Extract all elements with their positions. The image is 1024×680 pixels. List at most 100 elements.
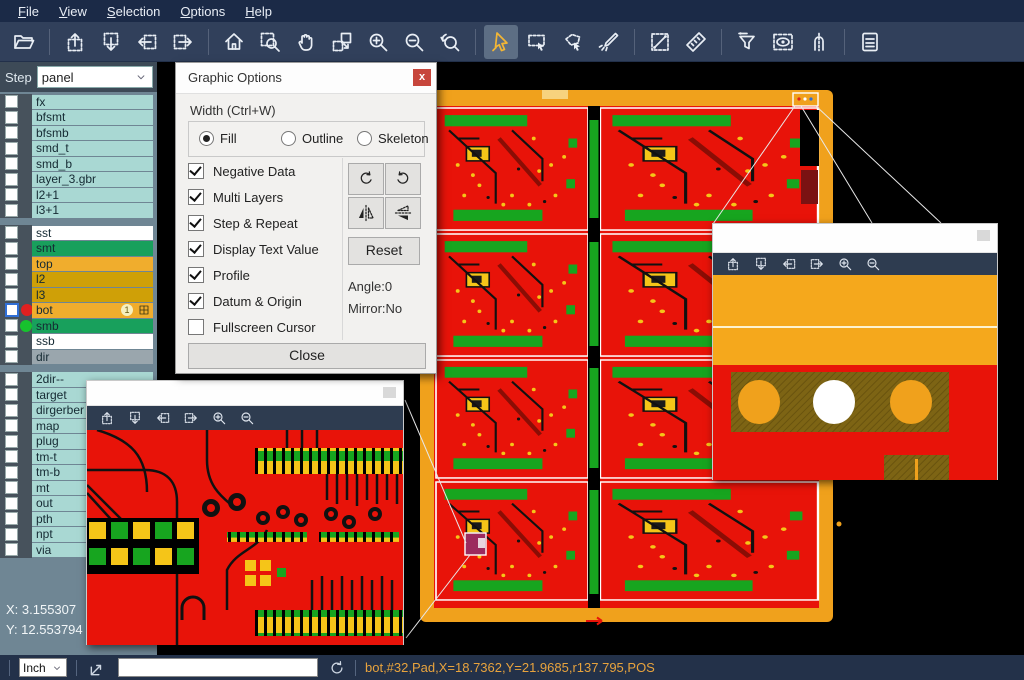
pointer-button[interactable]: [484, 25, 518, 59]
zoom-window-content[interactable]: [87, 430, 403, 645]
layer-label[interactable]: bfsmt: [32, 110, 153, 125]
layer-row-bfsmb[interactable]: bfsmb: [0, 125, 157, 141]
pan-right-button[interactable]: [166, 25, 200, 59]
checkbox-box[interactable]: [188, 293, 204, 309]
radio-circle[interactable]: [281, 131, 296, 146]
layer-checkbox[interactable]: [5, 350, 18, 363]
radio-fill[interactable]: Fill: [199, 131, 237, 146]
layer-label[interactable]: smd_b: [32, 157, 153, 172]
radio-outline[interactable]: Outline: [281, 131, 343, 146]
layer-checkbox[interactable]: [5, 142, 18, 155]
radio-circle[interactable]: [199, 131, 214, 146]
close-button[interactable]: Close: [188, 343, 426, 369]
pan-down-button[interactable]: [749, 256, 773, 272]
folder-open-button[interactable]: [7, 25, 41, 59]
layer-checkbox[interactable]: [5, 95, 18, 108]
layer-row-l3+1[interactable]: l3+1: [0, 203, 157, 219]
filter-button[interactable]: [730, 25, 764, 59]
menu-view[interactable]: View: [49, 2, 97, 21]
layer-label[interactable]: bfsmb: [32, 126, 153, 141]
checkbox-box[interactable]: [188, 215, 204, 231]
layer-label[interactable]: sst: [32, 226, 153, 241]
checkbox-multi-layers[interactable]: Multi Layers: [188, 189, 283, 205]
layer-row-fx[interactable]: fx: [0, 94, 157, 110]
layer-checkbox[interactable]: [5, 335, 18, 348]
checkbox-box[interactable]: [188, 267, 204, 283]
layer-checkbox[interactable]: [5, 226, 18, 239]
checkbox-datum-origin[interactable]: Datum & Origin: [188, 293, 302, 309]
layer-checkbox[interactable]: [5, 319, 18, 332]
layer-checkbox[interactable]: [5, 157, 18, 170]
radio-circle[interactable]: [357, 131, 372, 146]
layer-checkbox[interactable]: [5, 435, 18, 448]
zoom-region-button[interactable]: [253, 25, 287, 59]
zoom-window-content[interactable]: [713, 275, 997, 480]
measure-button[interactable]: [643, 25, 677, 59]
layer-label[interactable]: l3: [32, 288, 153, 303]
layer-row-smt[interactable]: smt: [0, 241, 157, 257]
layer-checkbox[interactable]: [5, 404, 18, 417]
zoom-in-button[interactable]: [361, 25, 395, 59]
layer-checkbox[interactable]: [5, 242, 18, 255]
layer-checkbox[interactable]: [5, 481, 18, 494]
zoom-out-button[interactable]: [235, 410, 259, 426]
zoom-window-top-right[interactable]: [712, 223, 998, 480]
close-icon[interactable]: x: [413, 69, 431, 86]
layer-label[interactable]: l2+1: [32, 188, 153, 203]
layer-row-layer_3.gbr[interactable]: layer_3.gbr: [0, 172, 157, 188]
brush-button[interactable]: [592, 25, 626, 59]
checkbox-box[interactable]: [188, 241, 204, 257]
layer-checkbox[interactable]: [5, 388, 18, 401]
zoom-window-title-bar[interactable]: [713, 224, 997, 253]
layer-label[interactable]: l3+1: [32, 203, 153, 218]
layer-label[interactable]: dir: [32, 350, 153, 365]
layer-label[interactable]: l2: [32, 272, 153, 287]
zoom-in-button[interactable]: [207, 410, 231, 426]
layer-label[interactable]: layer_3.gbr: [32, 172, 153, 187]
corner-measure-icon[interactable]: [88, 658, 108, 678]
layer-row-dir[interactable]: dir: [0, 349, 157, 365]
layer-row-smb[interactable]: smb: [0, 318, 157, 334]
loop-button[interactable]: [802, 25, 836, 59]
menu-file[interactable]: File: [8, 2, 49, 21]
pan-down-button[interactable]: [123, 410, 147, 426]
layer-checkbox[interactable]: [5, 373, 18, 386]
checkbox-box[interactable]: [188, 163, 204, 179]
refresh-icon[interactable]: [328, 659, 346, 677]
mirror-horizontal-button[interactable]: [385, 197, 421, 229]
radio-skeleton[interactable]: Skeleton: [357, 131, 429, 146]
layer-checkbox[interactable]: [5, 111, 18, 124]
layer-label[interactable]: ssb: [32, 334, 153, 349]
checkbox-fullscreen-cursor[interactable]: Fullscreen Cursor: [188, 319, 316, 335]
layer-label[interactable]: smd_t: [32, 141, 153, 156]
layer-checkbox[interactable]: [5, 257, 18, 270]
zoom-in-button[interactable]: [833, 256, 857, 272]
command-input[interactable]: [118, 658, 318, 677]
reset-button[interactable]: Reset: [348, 237, 420, 265]
layer-checkbox[interactable]: [5, 512, 18, 525]
layer-row-l2+1[interactable]: l2+1: [0, 187, 157, 203]
menu-options[interactable]: Options: [170, 2, 235, 21]
pan-left-button[interactable]: [151, 410, 175, 426]
layer-checkbox[interactable]: [5, 450, 18, 463]
layer-label[interactable]: top: [32, 257, 153, 272]
zoom-out-button[interactable]: [397, 25, 431, 59]
layer-checkbox[interactable]: [5, 273, 18, 286]
pan-up-button[interactable]: [95, 410, 119, 426]
selected-pad[interactable]: [465, 533, 486, 555]
pan-left-button[interactable]: [130, 25, 164, 59]
layer-checkbox[interactable]: [5, 419, 18, 432]
menu-selection[interactable]: Selection: [97, 2, 170, 21]
layer-row-ssb[interactable]: ssb: [0, 334, 157, 350]
layer-label[interactable]: smb: [32, 319, 153, 334]
home-button[interactable]: [217, 25, 251, 59]
eye-button[interactable]: [766, 25, 800, 59]
rect-select-button[interactable]: [520, 25, 554, 59]
layer-row-smd_t[interactable]: smd_t: [0, 141, 157, 157]
checkbox-box[interactable]: [188, 189, 204, 205]
pan-right-button[interactable]: [805, 256, 829, 272]
layer-checkbox[interactable]: [5, 543, 18, 556]
layer-checkbox[interactable]: [5, 528, 18, 541]
window-button[interactable]: [383, 387, 396, 398]
rotate-cw-button[interactable]: [348, 163, 384, 195]
